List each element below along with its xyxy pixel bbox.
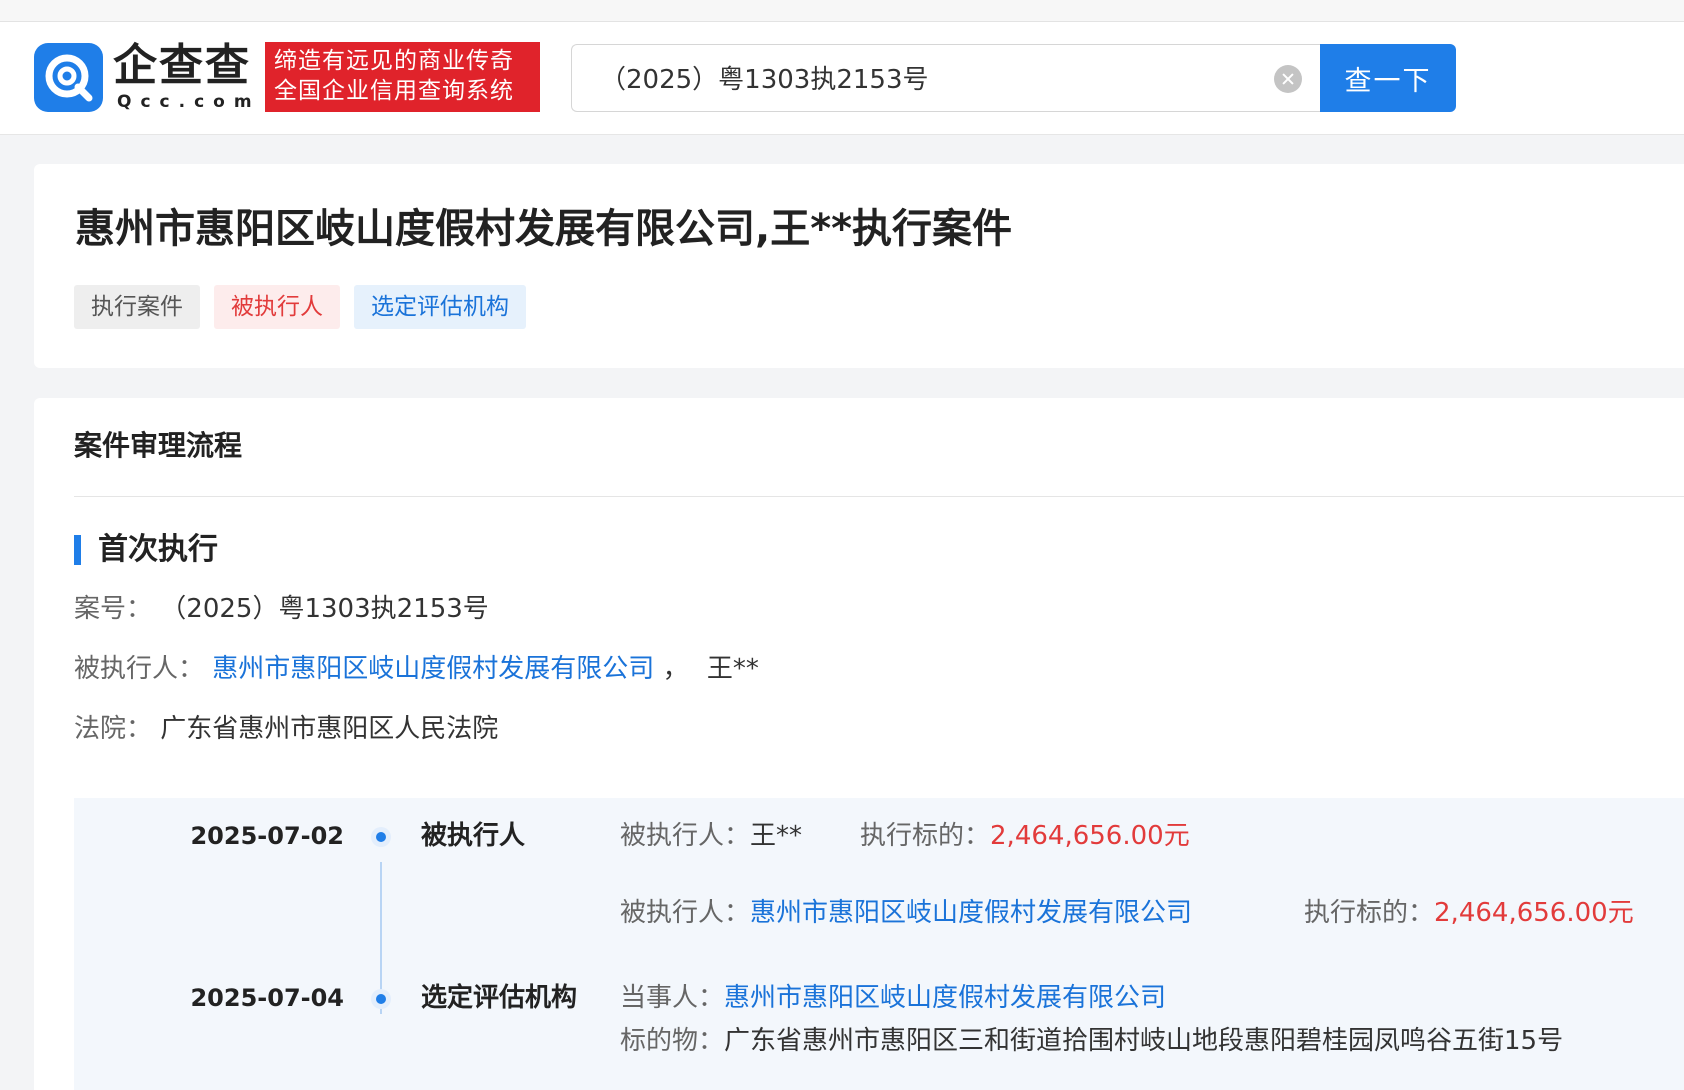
section-divider <box>74 496 1684 497</box>
stage-marker <box>74 535 81 565</box>
timeline: 2025-07-02 被执行人 被执行人：王** 执行标的：2,464,656.… <box>74 798 1684 1090</box>
court-row: 法院： 广东省惠州市惠阳区人民法院 <box>74 711 498 747</box>
case-number-row: 案号： （2025）粤1303执2153号 <box>74 591 489 627</box>
site-header: 企查查 Qcc.com 缔造有远见的商业传奇 全国企业信用查询系统 查一下 <box>0 22 1684 135</box>
timeline-entry: 被执行人：王** <box>620 819 802 853</box>
amount-value: 2,464,656.00元 <box>1434 898 1634 928</box>
clear-icon[interactable] <box>1274 65 1302 93</box>
page-title: 惠州市惠阳区岐山度假村发展有限公司,王**执行案件 <box>75 206 1013 252</box>
tag-appraisal-agency: 选定评估机构 <box>354 285 526 329</box>
case-header-card: 惠州市惠阳区岐山度假村发展有限公司,王**执行案件 执行案件 被执行人 选定评估… <box>34 164 1684 368</box>
executed-company-link[interactable]: 惠州市惠阳区岐山度假村发展有限公司 <box>212 654 654 684</box>
section-title: 案件审理流程 <box>74 429 243 462</box>
case-number-value: （2025）粤1303执2153号 <box>160 594 489 624</box>
executed-separator: ， <box>662 654 689 684</box>
executed-row: 被执行人： 惠州市惠阳区岐山度假村发展有限公司 ， 王** <box>74 651 759 687</box>
timeline-entry-amount: 执行标的：2,464,656.00元 <box>1304 896 1634 930</box>
timeline-event-type: 选定评估机构 <box>421 983 578 1013</box>
timeline-entry: 被执行人：惠州市惠阳区岐山度假村发展有限公司 <box>620 896 1192 930</box>
entry-party-link[interactable]: 惠州市惠阳区岐山度假村发展有限公司 <box>750 898 1192 928</box>
tag-case-type: 执行案件 <box>74 285 200 329</box>
timeline-date: 2025-07-04 <box>190 984 344 1012</box>
timeline-entry-amount: 执行标的：2,464,656.00元 <box>860 819 1190 853</box>
amount-label: 执行标的： <box>1304 898 1435 928</box>
entry-party: 王** <box>750 821 803 851</box>
entry-label: 当事人： <box>620 983 725 1013</box>
search-button[interactable]: 查一下 <box>1320 44 1456 112</box>
search-input[interactable] <box>600 45 1250 110</box>
amount-label: 执行标的： <box>860 821 991 851</box>
timeline-event-type: 被执行人 <box>421 821 526 851</box>
case-number-label: 案号： <box>74 594 153 624</box>
slogan-banner: 缔造有远见的商业传奇 全国企业信用查询系统 <box>265 42 540 112</box>
object-label: 标的物： <box>620 1026 725 1056</box>
object-value: 广东省惠州市惠阳区三和街道拾围村岐山地段惠阳碧桂园凤鸣谷五街15号 <box>724 1026 1564 1056</box>
amount-value: 2,464,656.00元 <box>990 821 1190 851</box>
entry-label: 被执行人： <box>620 898 751 928</box>
timeline-entry-object: 标的物：广东省惠州市惠阳区三和街道拾围村岐山地段惠阳碧桂园凤鸣谷五街15号 <box>620 1024 1563 1058</box>
slogan-line-1: 缔造有远见的商业传奇 <box>274 48 514 74</box>
qcc-logo-icon[interactable] <box>34 43 103 112</box>
timeline-date: 2025-07-02 <box>190 822 344 850</box>
stage-title: 首次执行 <box>98 532 218 567</box>
search-box <box>571 44 1321 112</box>
browser-top-strip <box>0 0 1684 22</box>
executed-label: 被执行人： <box>74 654 205 684</box>
timeline-entry: 当事人：惠州市惠阳区岐山度假村发展有限公司 <box>620 981 1166 1015</box>
entry-label: 被执行人： <box>620 821 751 851</box>
tag-executed-person: 被执行人 <box>214 285 340 329</box>
timeline-dot <box>371 827 391 847</box>
logo-text-cn[interactable]: 企查查 <box>113 40 251 92</box>
court-value: 广东省惠州市惠阳区人民法院 <box>160 714 499 744</box>
timeline-dot <box>371 989 391 1009</box>
entry-party-link[interactable]: 惠州市惠阳区岐山度假村发展有限公司 <box>724 983 1166 1013</box>
executed-person: 王** <box>706 654 759 684</box>
court-label: 法院： <box>74 714 153 744</box>
slogan-line-2: 全国企业信用查询系统 <box>274 78 514 104</box>
case-process-card: 案件审理流程 首次执行 案号： （2025）粤1303执2153号 被执行人： … <box>34 398 1684 1090</box>
logo-text-domain[interactable]: Qcc.com <box>117 92 261 112</box>
